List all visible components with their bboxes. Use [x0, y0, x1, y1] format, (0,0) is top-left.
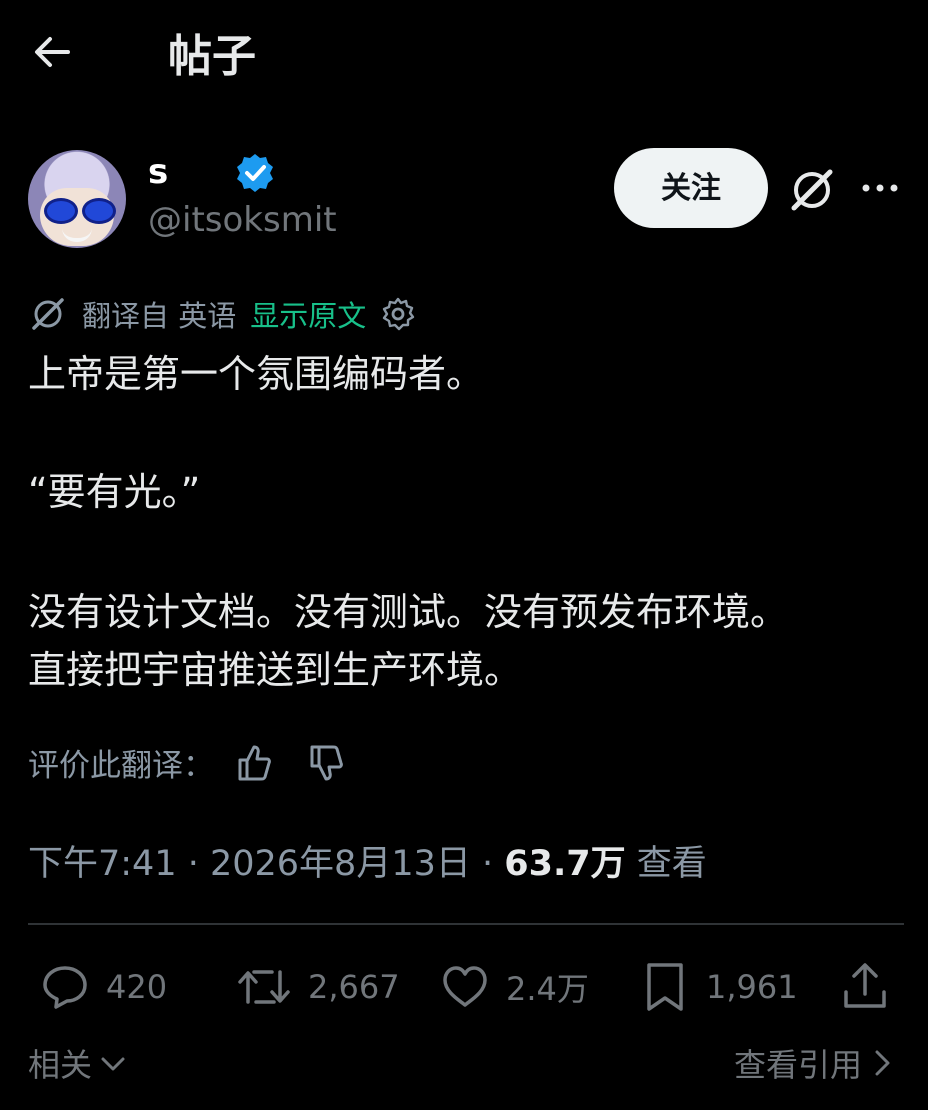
heart-icon — [443, 966, 487, 1007]
reply-icon — [43, 966, 87, 1009]
grok-translate-icon — [32, 298, 64, 330]
verified-badge-icon — [237, 154, 273, 192]
show-original-link[interactable]: 显示原文 — [250, 293, 366, 335]
grok-icon[interactable] — [786, 164, 838, 216]
reply-button[interactable]: 420 — [40, 958, 167, 1016]
chevron-down-icon — [101, 1057, 125, 1071]
post-text-line: “要有光。” — [28, 470, 201, 514]
post-text-line: 上帝是第一个氛围编码者。 — [28, 352, 485, 396]
rate-translation: 评价此翻译： — [28, 740, 348, 785]
view-quotes-label: 查看引用 — [733, 1046, 862, 1084]
avatar[interactable] — [28, 150, 126, 248]
more-options-icon[interactable] — [860, 176, 900, 200]
divider — [28, 923, 904, 925]
page-title: 帖子 — [168, 31, 256, 82]
bookmark-count: 1,961 — [706, 968, 798, 1006]
related-label: 相关 — [28, 1046, 93, 1084]
reply-count: 420 — [106, 968, 168, 1006]
related-dropdown[interactable]: 相关 — [28, 1040, 128, 1086]
post-meta: 下午7:41 · 2026年8月13日 · 63.7万 查看 — [28, 835, 707, 886]
author-handle[interactable]: @itsoksmit — [148, 200, 337, 240]
view-quotes-link[interactable]: 查看引用 — [734, 1040, 894, 1086]
thumbs-up-icon[interactable] — [232, 741, 276, 785]
thumbs-down-icon[interactable] — [304, 741, 348, 785]
like-count: 2.4万 — [506, 970, 589, 1008]
bookmark-button[interactable]: 1,961 — [640, 958, 798, 1016]
like-button[interactable]: 2.4万 — [440, 958, 589, 1016]
share-button[interactable] — [838, 958, 892, 1016]
follow-button[interactable]: 关注 — [614, 148, 768, 228]
post-timestamp[interactable]: 下午7:41 · 2026年8月13日 · — [28, 844, 504, 884]
repost-button[interactable]: 2,667 — [236, 958, 400, 1016]
chevron-right-icon — [875, 1050, 890, 1076]
post-text-line: 没有设计文档。没有测试。没有预发布环境。 — [28, 590, 789, 634]
back-arrow-icon[interactable] — [30, 30, 74, 74]
repost-icon — [238, 970, 290, 1004]
post-text-line: 直接把宇宙推送到生产环境。 — [28, 648, 523, 692]
translation-bar: 翻译自 英语 显示原文 — [28, 292, 416, 336]
author-display-name[interactable]: s — [148, 152, 168, 192]
settings-gear-icon[interactable] — [380, 296, 416, 332]
translated-from-label: 翻译自 英语 — [82, 299, 237, 333]
view-count: 63.7万 — [504, 844, 626, 884]
share-icon — [844, 963, 886, 1008]
rate-translation-label: 评价此翻译： — [28, 748, 214, 784]
bookmark-icon — [647, 963, 683, 1011]
views-label: 查看 — [625, 844, 707, 884]
repost-count: 2,667 — [308, 968, 400, 1006]
